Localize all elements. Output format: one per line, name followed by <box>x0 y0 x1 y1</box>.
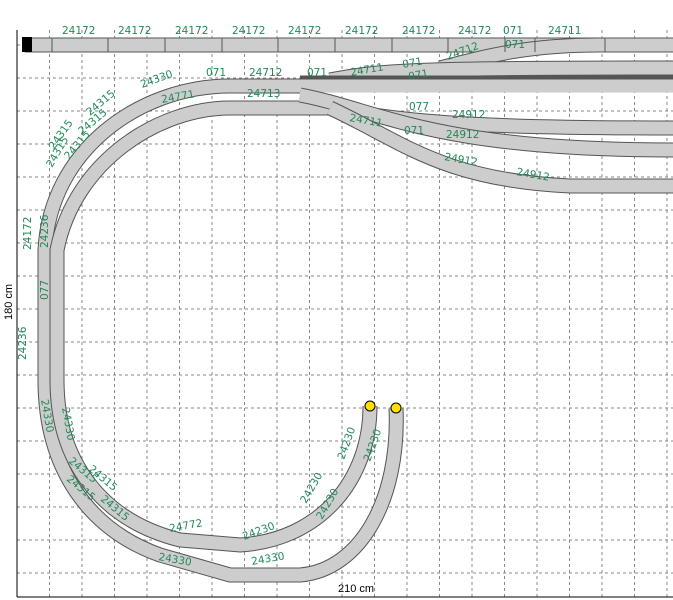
track-part-label: 24172 <box>62 25 95 37</box>
track-end-marker-2[interactable] <box>390 402 402 414</box>
track-part-label: 071 <box>404 125 424 137</box>
track-part-label: 071 <box>503 25 523 37</box>
track-part-label: 24172 <box>288 25 321 37</box>
track-part-label: 24712 <box>249 67 282 79</box>
height-dimension-label: 180 cm <box>3 284 15 320</box>
buffer-stop-left <box>22 37 32 52</box>
track-part-label: 24172 <box>345 25 378 37</box>
track-part-label: 24912 <box>446 129 479 141</box>
track-network <box>22 37 673 583</box>
track-part-label: 24330 <box>139 68 174 91</box>
track-part-label: 24172 <box>22 217 34 250</box>
track-part-label: 24912 <box>452 109 485 121</box>
track-part-label: 24330 <box>250 550 285 568</box>
track-part-label: 071 <box>307 67 327 79</box>
track-part-label: 24172 <box>402 25 435 37</box>
track-part-label: 24772 <box>168 517 203 535</box>
track-part-label: 071 <box>505 39 525 51</box>
track-part-label: 24713 <box>247 88 280 100</box>
track-part-label: 071 <box>206 67 226 79</box>
track-part-label: 24172 <box>232 25 265 37</box>
track-layout-canvas: 24172 24172 24172 24172 24172 24172 24172 24172… <box>3 25 673 598</box>
track-part-label: 24711 <box>548 25 581 37</box>
track-part-label: 24230 <box>298 471 325 506</box>
track-part-label: 24236 <box>17 326 29 360</box>
track-part-label: 077 <box>39 280 51 300</box>
track-part-label: 077 <box>409 101 429 113</box>
track-part-label: 24236 <box>39 214 51 248</box>
track-part-label: 24172 <box>175 25 208 37</box>
track-part-label: 24172 <box>458 25 491 37</box>
width-dimension-label: 210 cm <box>338 583 374 595</box>
track-end-marker-1[interactable] <box>364 400 376 412</box>
track-part-label: 24172 <box>118 25 151 37</box>
